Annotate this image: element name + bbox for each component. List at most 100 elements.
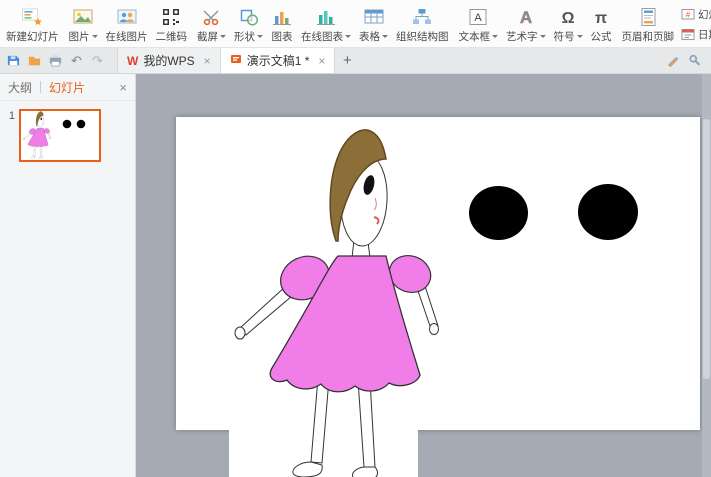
ribbon-button-label: 符号 <box>554 29 575 44</box>
sidebar-header: 大纲 幻灯片 × <box>0 74 135 101</box>
ribbon-button-label: 页眉和页脚 <box>622 29 675 44</box>
online-picture-icon <box>116 5 138 29</box>
ribbon-button-label: 二维码 <box>156 29 188 44</box>
document-tabs: W 我的WPS × 演示文稿1 * × + <box>117 48 359 73</box>
ribbon-button-wordart[interactable]: A 艺术字 <box>502 1 550 47</box>
symbol-icon: Ω <box>558 5 578 29</box>
save-icon[interactable] <box>4 51 23 70</box>
svg-text:#: # <box>686 10 691 19</box>
chart-icon <box>271 5 293 29</box>
text-box-icon: A <box>467 5 489 29</box>
black-dot-shape-1[interactable] <box>469 186 528 240</box>
wps-logo-icon: W <box>127 54 138 68</box>
sidebar-tab-slides[interactable]: 幻灯片 <box>49 79 85 96</box>
svg-text:π: π <box>595 10 607 27</box>
ribbon-button-label: 在线图片 <box>106 29 148 44</box>
dropdown-caret-icon <box>492 35 498 38</box>
vertical-scrollbar[interactable] <box>702 74 711 477</box>
wordart-icon: A <box>516 5 536 29</box>
sidebar-tab-divider <box>40 81 41 93</box>
girl-drawing-object[interactable] <box>226 128 441 477</box>
dropdown-caret-icon <box>257 35 263 38</box>
ribbon-button-label: 在线图表 <box>301 29 343 44</box>
tab-close-icon[interactable]: × <box>204 54 211 68</box>
ribbon-button-label: 形状 <box>234 29 255 44</box>
qr-code-icon <box>161 5 181 29</box>
slide-thumbnail[interactable] <box>19 109 101 162</box>
ribbon-button-text-box[interactable]: A 文本框 <box>455 1 503 47</box>
ribbon-button-new-slide[interactable]: 新建幻灯片 <box>2 1 63 47</box>
black-dot-shape-2[interactable] <box>578 184 638 240</box>
print-icon[interactable] <box>46 51 65 70</box>
slide-number-icon: # <box>681 8 695 21</box>
dropdown-caret-icon <box>540 35 546 38</box>
redo-icon[interactable]: ↷ <box>88 51 107 70</box>
ribbon-button-table[interactable]: 表格 <box>355 1 392 47</box>
date-time-icon <box>681 28 695 41</box>
tab-bar: ↶ ↷ W 我的WPS × 演示文稿1 * × + <box>0 48 711 74</box>
main-area: 大纲 幻灯片 × 1 <box>0 74 711 477</box>
ribbon-button-chart[interactable]: 图表 <box>267 1 297 47</box>
vertical-scrollbar-thumb[interactable] <box>703 119 710 379</box>
sidebar-tab-outline[interactable]: 大纲 <box>8 79 32 96</box>
editing-canvas <box>136 74 711 477</box>
ribbon-button-label: 幻灯片编号 <box>698 7 711 22</box>
tab-presentation1[interactable]: 演示文稿1 * × <box>221 48 336 73</box>
new-tab-button[interactable]: + <box>335 48 359 73</box>
quick-access-toolbar: ↶ ↷ <box>0 48 111 73</box>
ribbon-button-label: 文本框 <box>459 29 491 44</box>
sidebar-close-icon[interactable]: × <box>119 80 127 95</box>
ribbon-button-slide-number[interactable]: # 幻灯片编号 <box>681 7 711 22</box>
ribbon-button-online-chart[interactable]: 在线图表 <box>297 1 355 47</box>
svg-text:Ω: Ω <box>562 10 575 27</box>
ribbon-button-label: 艺术字 <box>506 29 538 44</box>
screenshot-icon <box>202 5 222 29</box>
ribbon-button-screenshot[interactable]: 截屏 <box>193 1 230 47</box>
dropdown-caret-icon <box>577 35 583 38</box>
ribbon-button-label: 图表 <box>272 29 293 44</box>
ribbon-button-header-footer[interactable]: 页眉和页脚 <box>618 1 679 47</box>
dropdown-caret-icon <box>92 35 98 38</box>
formula-icon: π <box>591 5 611 29</box>
tab-close-icon[interactable]: × <box>318 54 325 68</box>
undo-icon[interactable]: ↶ <box>67 51 86 70</box>
ribbon-button-label: 公式 <box>591 29 612 44</box>
folder-icon[interactable] <box>25 51 44 70</box>
slides-sidebar: 大纲 幻灯片 × 1 <box>0 74 136 477</box>
svg-text:A: A <box>520 8 532 27</box>
ribbon-button-formula[interactable]: π 公式 <box>587 1 616 47</box>
ribbon-button-qr-code[interactable]: 二维码 <box>152 1 192 47</box>
slide-thumbnail-preview <box>21 111 99 160</box>
ribbon: 新建幻灯片 图片 在线图片 二维码 截屏 <box>0 0 711 48</box>
dropdown-caret-icon <box>345 35 351 38</box>
slide-thumbnail-number: 1 <box>5 109 15 162</box>
ribbon-right-stack: # 幻灯片编号 日期和时间 <box>678 1 711 47</box>
ribbon-button-symbol[interactable]: Ω 符号 <box>550 1 587 47</box>
ribbon-button-shapes[interactable]: 形状 <box>230 1 267 47</box>
wrench-icon[interactable] <box>688 53 702 68</box>
ribbon-button-picture[interactable]: 图片 <box>65 1 102 47</box>
online-chart-icon <box>315 5 337 29</box>
ribbon-button-date-time[interactable]: 日期和时间 <box>681 27 711 42</box>
shapes-icon <box>239 5 259 29</box>
new-slide-icon <box>21 5 43 29</box>
ribbon-button-label: 截屏 <box>197 29 218 44</box>
ribbon-button-label: 新建幻灯片 <box>6 29 59 44</box>
tabbar-right-tools <box>666 48 711 73</box>
tab-label: 演示文稿1 * <box>247 52 310 69</box>
ribbon-button-org-chart[interactable]: 组织结构图 <box>392 1 453 47</box>
header-footer-icon <box>637 5 659 29</box>
slide-thumbnail-list: 1 <box>0 101 135 162</box>
presentation-file-icon <box>230 53 242 68</box>
tab-label: 我的WPS <box>143 52 194 69</box>
ribbon-button-label: 图片 <box>69 29 90 44</box>
tab-my-wps[interactable]: W 我的WPS × <box>117 48 221 73</box>
dropdown-caret-icon <box>220 35 226 38</box>
dropdown-caret-icon <box>382 35 388 38</box>
ribbon-button-online-picture[interactable]: 在线图片 <box>102 1 152 47</box>
wps-presentation-window: 新建幻灯片 图片 在线图片 二维码 截屏 <box>0 0 711 477</box>
brush-icon[interactable] <box>666 53 680 68</box>
picture-icon <box>72 5 94 29</box>
org-chart-icon <box>411 5 433 29</box>
ribbon-button-label: 表格 <box>359 29 380 44</box>
